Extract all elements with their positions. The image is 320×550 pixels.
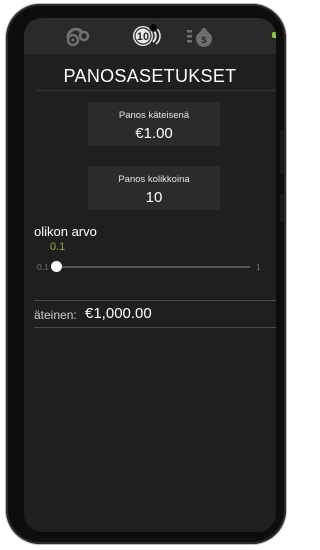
- volume-button: [280, 130, 284, 174]
- balance-label: äteinen:: [34, 308, 77, 322]
- page-title: PANOSASETUKSET: [63, 66, 237, 86]
- camera-notch: [149, 23, 158, 32]
- bet-coins-value: 10: [145, 189, 163, 206]
- coin-value-slider-thumb[interactable]: [51, 261, 62, 272]
- svg-text:$: $: [201, 35, 206, 45]
- power-button: [280, 194, 284, 222]
- balance-bottom-divider: [34, 327, 276, 328]
- active-indicator: [272, 32, 276, 38]
- bet-coins-card[interactable]: Panos kolikkoina 10: [88, 166, 220, 210]
- bet-cash-value: €1.00: [135, 125, 173, 142]
- coin-value-label: olikon arvo: [34, 224, 97, 239]
- slider-max-label: 1: [256, 262, 261, 272]
- bet-coins-label: Panos kolikkoina: [118, 174, 190, 185]
- coin-value-readout: 0.1: [50, 241, 66, 253]
- balance-top-divider: [34, 300, 276, 301]
- bet-cash-card[interactable]: Panos käteisenä €1.00: [88, 102, 220, 146]
- bet-cash-label: Panos käteisenä: [118, 110, 190, 121]
- coin-denomination-label: 10: [137, 31, 149, 43]
- app-screen: 10 $ PANOSASETUKSET Panos käteisenä €1.0…: [24, 18, 276, 532]
- title-divider: [36, 90, 276, 91]
- phone-frame: 10 $ PANOSASETUKSET Panos käteisenä €1.0…: [6, 4, 286, 544]
- money-bag-list-icon[interactable]: $: [184, 22, 216, 50]
- settings-gears-icon[interactable]: [62, 22, 94, 50]
- balance-value: €1,000.00: [85, 305, 152, 322]
- coin-value-slider-track[interactable]: [52, 266, 250, 268]
- top-tab-bar: 10 $: [24, 18, 276, 54]
- slider-min-label: 0.1: [37, 262, 49, 272]
